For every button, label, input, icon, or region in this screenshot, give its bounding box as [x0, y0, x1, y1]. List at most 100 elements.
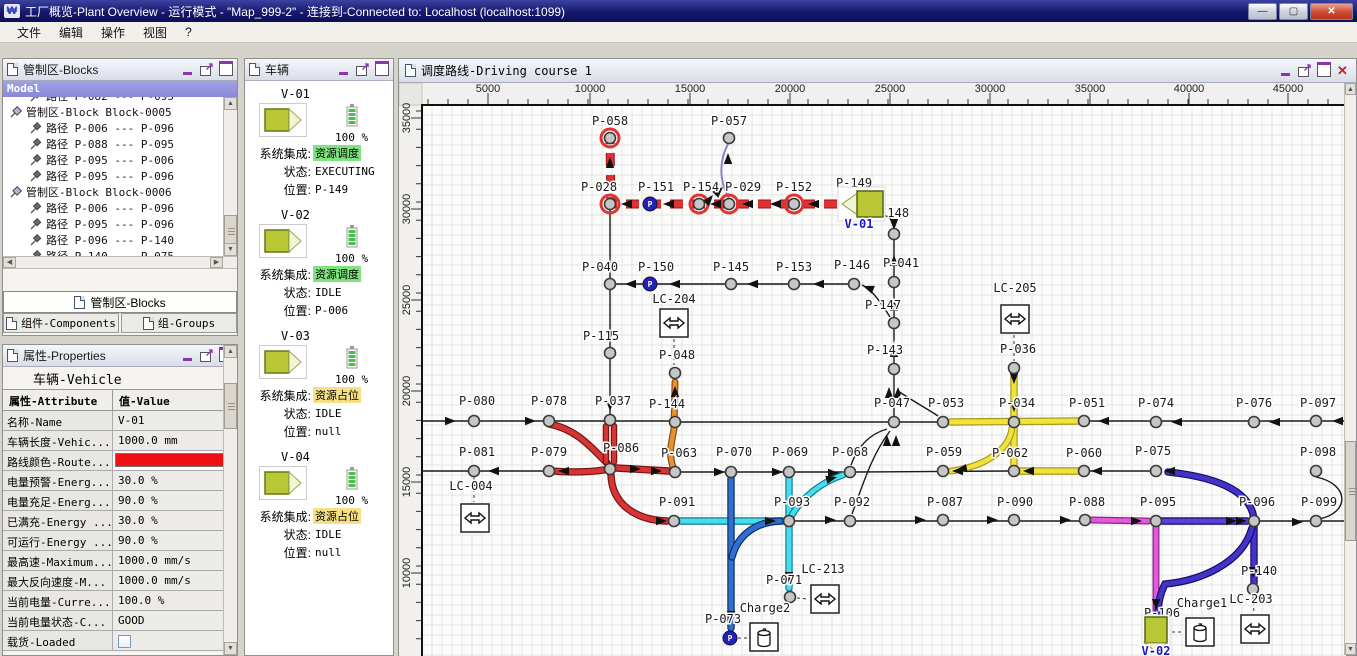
tab-groups[interactable]: 组-Groups — [121, 313, 237, 333]
scroll-thumb[interactable] — [224, 383, 237, 429]
map-point-P-078[interactable] — [544, 416, 555, 427]
driving-course-map[interactable]: 5000100001500020000250003000035000400004… — [399, 83, 1346, 656]
menu-item-2[interactable]: 编辑 — [50, 22, 92, 43]
map-point-P-053[interactable] — [938, 417, 949, 428]
map-point-P-080[interactable] — [469, 416, 480, 427]
tree-block-item[interactable]: 管制区-Block Block-0006 — [3, 184, 223, 200]
vehicle-icon-box[interactable] — [259, 224, 307, 258]
property-row[interactable]: 最大反向速度-M...1000.0 mm/s — [3, 571, 237, 591]
map-point-P-041[interactable] — [889, 277, 900, 288]
property-row[interactable]: 可运行-Energy ...90.0 % — [3, 531, 237, 551]
property-row[interactable]: 当前电量-Curre...100.0 % — [3, 591, 237, 611]
map-location-Charge1[interactable] — [1186, 618, 1214, 646]
map-point-P-115[interactable] — [605, 348, 616, 359]
vehicle-icon-box[interactable] — [259, 345, 307, 379]
property-row[interactable]: 载货-Loaded — [3, 631, 237, 651]
map-point-P-153[interactable] — [789, 279, 800, 290]
map-point-P-069[interactable] — [784, 467, 795, 478]
menu-item-5[interactable]: ? — [176, 23, 201, 41]
map-point-P-036[interactable] — [1009, 363, 1020, 374]
map-point-P-029[interactable] — [724, 199, 735, 210]
property-row[interactable]: 车辆长度-Vehic...1000.0 mm — [3, 431, 237, 451]
map-location-LC-004[interactable] — [461, 504, 489, 532]
map-point-P-028[interactable] — [605, 199, 616, 210]
vehicle-card-v-04[interactable]: V-04100 %系统集成:资源占位状态:IDLE位置:null — [245, 450, 393, 561]
map-point-P-068[interactable] — [845, 467, 856, 478]
panel-popout-icon[interactable] — [199, 63, 214, 76]
map-point-P-076[interactable] — [1249, 417, 1260, 428]
map-point-P-146[interactable] — [849, 279, 860, 290]
tree-block-item[interactable]: 管制区-Block Block-0005 — [3, 104, 223, 120]
tree-path-item[interactable]: 路径 P-096 --- P-140 — [3, 232, 223, 248]
tree-path-item[interactable]: 路径 P-006 --- P-096 — [3, 200, 223, 216]
vehicle-icon-box[interactable] — [259, 466, 307, 500]
panel-maximize-icon[interactable] — [218, 63, 233, 76]
map-point-P-154[interactable] — [694, 199, 705, 210]
map-point-P-090[interactable] — [1009, 515, 1020, 526]
map-point-P-074[interactable] — [1151, 417, 1162, 428]
map-point-P-152[interactable] — [789, 199, 800, 210]
blocks-footer-bar[interactable]: 管制区-Blocks — [3, 291, 237, 313]
scroll-right-icon[interactable]: ▶ — [210, 257, 223, 268]
map-point-P-092[interactable] — [845, 516, 856, 527]
vehicle-card-v-01[interactable]: V-01100 %系统集成:资源调度状态:EXECUTING位置:P-149 — [245, 87, 393, 198]
scroll-thumb[interactable] — [1345, 441, 1356, 541]
tree-path-item[interactable]: 路径 P-088 --- P-095 — [3, 136, 223, 152]
map-point-P-144[interactable] — [670, 417, 681, 428]
panel-popout-icon[interactable] — [1297, 64, 1312, 77]
map-point-P-087[interactable] — [938, 515, 949, 526]
menu-item-3[interactable]: 操作 — [92, 22, 134, 43]
panel-maximize-icon[interactable] — [1316, 64, 1331, 77]
map-point-P-086[interactable] — [605, 464, 616, 475]
map-point-P-047[interactable] — [889, 417, 900, 428]
map-point-P-143[interactable] — [889, 364, 900, 375]
panel-popout-icon[interactable] — [199, 349, 214, 362]
map-point-P-059[interactable] — [938, 466, 949, 477]
map-vehicle-v-01[interactable] — [838, 187, 885, 221]
tree-path-item[interactable]: 路径 P-095 --- P-006 — [3, 152, 223, 168]
tree-vertical-scrollbar[interactable]: ▲ ▼ — [223, 97, 237, 256]
map-point-P-034[interactable] — [1009, 417, 1020, 428]
panel-minimize-icon[interactable] — [180, 349, 195, 362]
map-point-P-048[interactable] — [670, 368, 681, 379]
panel-popout-icon[interactable] — [355, 63, 370, 76]
map-point-P-099[interactable] — [1311, 516, 1322, 527]
map-point-P-096[interactable] — [1249, 516, 1260, 527]
map-point-P-063[interactable] — [670, 467, 681, 478]
scroll-left-icon[interactable]: ◀ — [3, 257, 16, 268]
scroll-up-icon[interactable]: ▲ — [1345, 83, 1356, 95]
tree-path-item[interactable]: 路径 P-095 --- P-096 — [3, 168, 223, 184]
map-point-P-062[interactable] — [1009, 466, 1020, 477]
scroll-down-icon[interactable]: ▼ — [224, 642, 237, 655]
scroll-up-icon[interactable]: ▲ — [224, 345, 237, 358]
map-point-P-093[interactable] — [784, 516, 795, 527]
menu-item-4[interactable]: 视图 — [134, 22, 176, 43]
window-maximize-button[interactable]: ▢ — [1279, 3, 1308, 20]
map-location-LC-204[interactable] — [660, 309, 688, 337]
map-point-P-095[interactable] — [1151, 516, 1162, 527]
map-point-P-040[interactable] — [605, 279, 616, 290]
panel-minimize-icon[interactable] — [336, 63, 351, 76]
loaded-checkbox[interactable] — [118, 635, 131, 648]
map-point-P-051[interactable] — [1079, 416, 1090, 427]
property-row[interactable]: 当前电量状态-C...GOOD — [3, 611, 237, 631]
map-point-P-079[interactable] — [544, 466, 555, 477]
window-close-button[interactable]: ✕ — [1310, 3, 1353, 20]
tab-components[interactable]: 组件-Components — [3, 313, 119, 333]
map-point-P-081[interactable] — [469, 466, 480, 477]
map-point-P-088[interactable] — [1080, 515, 1091, 526]
scroll-up-icon[interactable]: ▲ — [224, 97, 237, 110]
property-value[interactable] — [113, 631, 237, 650]
map-point-P-147[interactable] — [889, 318, 900, 329]
vehicle-card-v-02[interactable]: V-02100 %系统集成:资源调度状态:IDLE位置:P-006 — [245, 208, 393, 319]
scroll-down-icon[interactable]: ▼ — [224, 243, 237, 256]
map-vertical-scrollbar[interactable]: ▲ ▼ — [1344, 83, 1356, 655]
map-location-LC-203[interactable] — [1241, 615, 1269, 643]
scroll-down-icon[interactable]: ▼ — [1345, 643, 1356, 655]
map-location-LC-205[interactable] — [1001, 305, 1029, 333]
panel-maximize-icon[interactable] — [374, 63, 389, 76]
tree-horizontal-scrollbar[interactable]: ◀ ▶ — [3, 257, 237, 269]
map-point-P-075[interactable] — [1151, 466, 1162, 477]
menu-item-1[interactable]: 文件 — [8, 22, 50, 43]
properties-scrollbar[interactable]: ▲ ▼ — [223, 345, 237, 655]
